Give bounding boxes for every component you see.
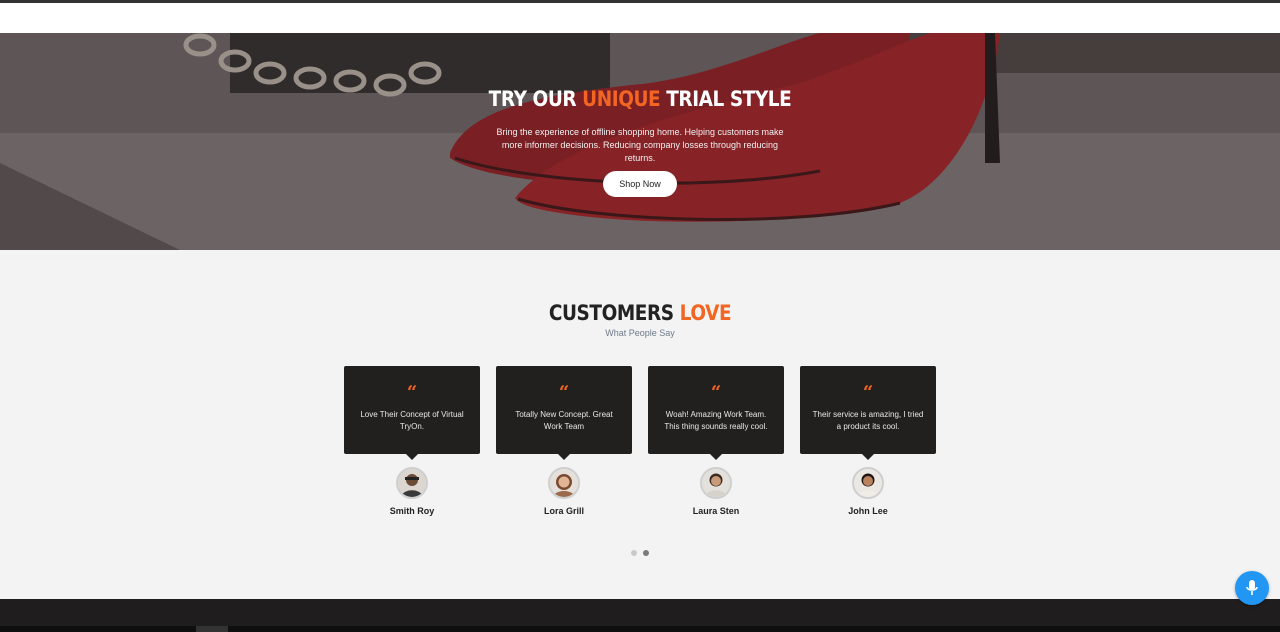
avatar [852,467,884,499]
testimonial-text: Their service is amazing, I tried a prod… [812,410,924,431]
person-name: John Lee [848,506,888,516]
hero-title: TRY OUR UNIQUE TRIAL STYLE [77,87,1203,111]
person-name: Smith Roy [389,506,435,516]
testimonial-card: “ Totally New Concept. Great Work Team [496,366,632,460]
testimonial-text: Woah! Amazing Work Team. This thing soun… [664,410,768,431]
testimonial-card: “ Woah! Amazing Work Team. This thing so… [648,366,784,460]
carousel-dot-1[interactable] [631,550,637,556]
footer-tab [196,626,228,632]
hero-title-part1: TRY OUR [488,87,583,111]
hero-banner: TRY OUR UNIQUE TRIAL STYLE Bring the exp… [0,33,1280,250]
header-bar [0,3,1280,33]
shop-now-button[interactable]: Shop Now [603,171,677,197]
voice-search-button[interactable] [1235,571,1269,605]
quote-icon: “ [710,382,722,403]
testimonial-text: Love Their Concept of Virtual TryOn. [360,410,464,431]
testimonials-title: CUSTOMERS LOVE [77,301,1203,325]
quote-icon: “ [862,382,874,403]
testimonial-card: “ Love Their Concept of Virtual TryOn. [344,366,480,460]
testimonials-title-accent: LOVE [679,301,732,325]
testimonial-text: Totally New Concept. Great Work Team [515,410,613,431]
avatar [396,467,428,499]
hero-title-part2: TRIAL STYLE [660,87,792,111]
person-name: Laura Sten [692,506,740,516]
avatar [548,467,580,499]
testimonials-subtitle: What People Say [605,328,675,338]
testimonial-card: “ Their service is amazing, I tried a pr… [800,366,936,460]
microphone-icon [1246,580,1258,595]
hero-title-accent: UNIQUE [582,87,661,111]
footer-bottom-strip [0,626,1280,632]
testimonials-title-part1: CUSTOMERS [548,301,680,325]
person-name: Lora Grill [543,506,584,516]
hero-description: Bring the experience of offline shopping… [496,127,784,163]
avatar [700,467,732,499]
quote-icon: “ [406,382,418,403]
carousel-dot-2-active[interactable] [643,550,649,556]
quote-icon: “ [558,382,570,403]
